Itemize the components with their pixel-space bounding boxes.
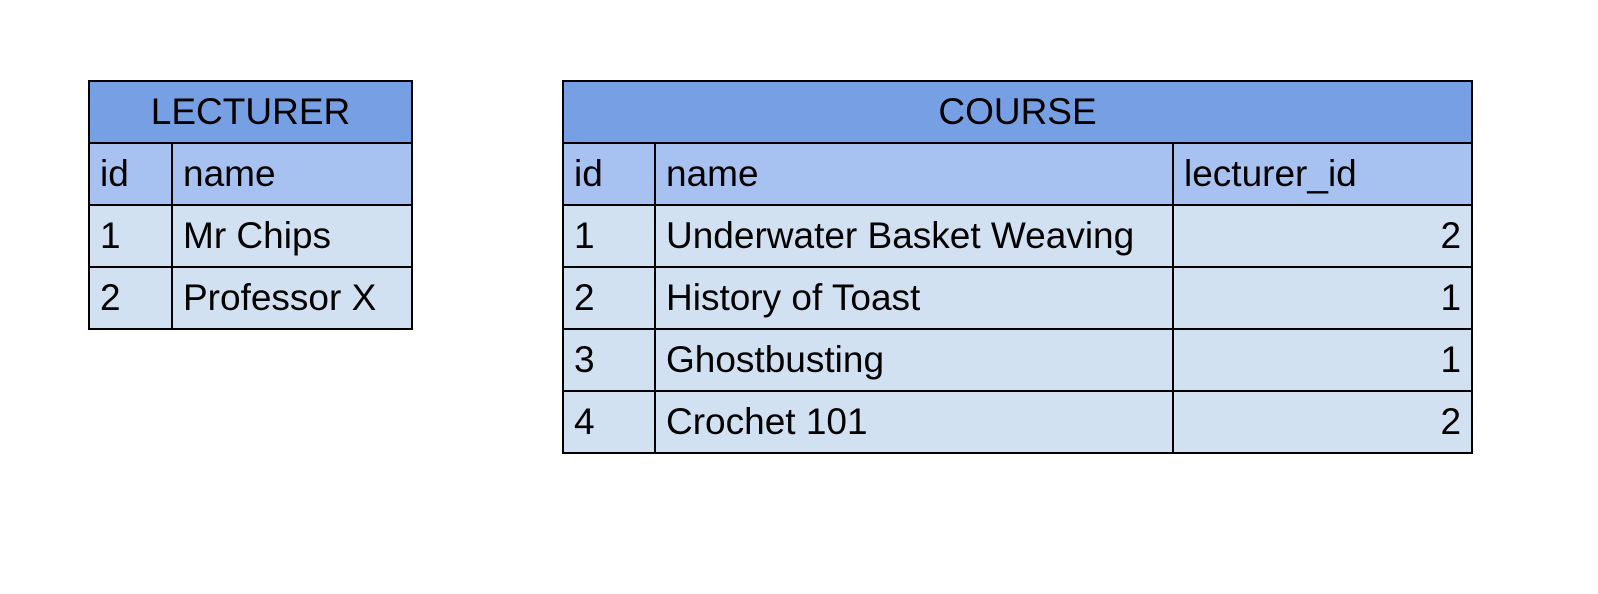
course-cell-lecturer-id: 2 (1171, 204, 1474, 268)
lecturer-header-row: id name (88, 142, 414, 206)
table-row: 3 Ghostbusting 1 (562, 328, 1474, 392)
course-cell-id: 4 (562, 390, 656, 454)
lecturer-cell-id: 1 (88, 204, 173, 268)
course-header-lecturer-id: lecturer_id (1171, 142, 1474, 206)
lecturer-cell-name: Professor X (170, 266, 414, 330)
course-title: COURSE (561, 80, 1474, 144)
course-table: COURSE id name lecturer_id 1 Underwater … (561, 80, 1474, 454)
course-cell-lecturer-id: 1 (1171, 266, 1474, 330)
lecturer-title-row: LECTURER (87, 80, 414, 144)
lecturer-cell-id: 2 (88, 266, 173, 330)
table-row: 1 Mr Chips (88, 204, 414, 268)
course-title-row: COURSE (561, 80, 1474, 144)
course-header-name: name (654, 142, 1174, 206)
table-row: 2 History of Toast 1 (562, 266, 1474, 330)
course-header-row: id name lecturer_id (562, 142, 1474, 206)
table-row: 2 Professor X (88, 266, 414, 330)
course-cell-id: 2 (562, 266, 656, 330)
course-header-id: id (562, 142, 656, 206)
course-cell-id: 3 (562, 328, 656, 392)
lecturer-header-id: id (88, 142, 173, 206)
table-row: 1 Underwater Basket Weaving 2 (562, 204, 1474, 268)
course-cell-lecturer-id: 1 (1171, 328, 1474, 392)
lecturer-table: LECTURER id name 1 Mr Chips 2 Professor … (87, 80, 414, 330)
table-row: 4 Crochet 101 2 (562, 390, 1474, 454)
course-cell-lecturer-id: 2 (1171, 390, 1474, 454)
course-cell-name: Underwater Basket Weaving (654, 204, 1174, 268)
course-cell-name: History of Toast (654, 266, 1174, 330)
lecturer-title: LECTURER (87, 80, 414, 144)
lecturer-cell-name: Mr Chips (170, 204, 414, 268)
course-cell-name: Crochet 101 (654, 390, 1174, 454)
lecturer-header-name: name (170, 142, 414, 206)
course-cell-name: Ghostbusting (654, 328, 1174, 392)
course-cell-id: 1 (562, 204, 656, 268)
